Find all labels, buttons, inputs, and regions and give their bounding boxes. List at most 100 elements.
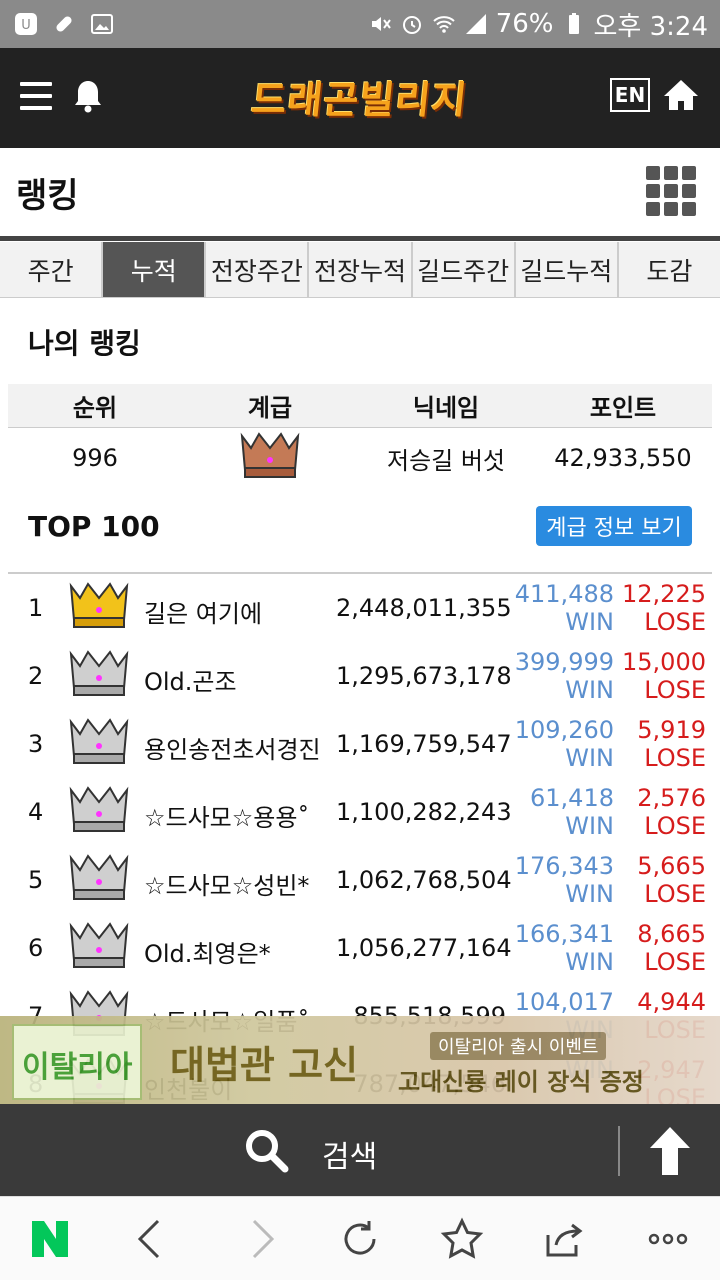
- scroll-top-icon[interactable]: [646, 1124, 694, 1178]
- page-title: 랭킹: [16, 176, 79, 216]
- player-points: 1,100,282,243: [336, 798, 512, 826]
- tab-collection[interactable]: 도감: [618, 242, 720, 298]
- ad-banner[interactable]: 이탈리아 대법관 고신 이탈리아 출시 이벤트 고대신룡 레이 장식 증정: [0, 1016, 720, 1104]
- tab-weekly[interactable]: 주간: [0, 242, 102, 298]
- player-name[interactable]: ☆드사모☆성빈*: [144, 866, 309, 901]
- win-value: 109,260: [514, 716, 614, 744]
- rank-number: 3: [28, 730, 44, 758]
- menu-icon[interactable]: [20, 82, 52, 110]
- page-title-bar: 랭킹: [0, 148, 720, 236]
- win-count: 411,488 WIN: [512, 580, 614, 636]
- win-count: 166,341 WIN: [512, 920, 614, 976]
- home-icon[interactable]: [662, 78, 700, 112]
- player-name[interactable]: ☆드사모☆용용˚: [144, 798, 309, 833]
- mute-icon: [371, 17, 391, 31]
- tab-battle-cumulative[interactable]: 전장누적: [309, 242, 411, 298]
- table-row[interactable]: 5 ☆드사모☆성빈* 1,062,768,504 176,343 WIN 5,665 LOS…: [0, 846, 720, 914]
- lose-value: 15,000: [622, 648, 706, 676]
- win-value: 61,418: [530, 784, 614, 812]
- lose-value: 4,944: [637, 988, 706, 1016]
- player-name[interactable]: Old.곤조: [144, 662, 237, 697]
- lose-value: 12,225: [622, 580, 706, 608]
- app-header: 드래곤빌리지 EN: [0, 48, 720, 148]
- player-points: 1,295,673,178: [336, 662, 512, 690]
- search-label[interactable]: 검색: [322, 1132, 377, 1176]
- win-label: WIN: [565, 676, 614, 704]
- logo-text: 드래곤빌리지: [249, 77, 470, 122]
- table-row[interactable]: 1 길은 여기에 2,448,011,355 411,488 WIN 12,225 LOSE: [0, 574, 720, 642]
- win-value: 399,999: [514, 648, 614, 676]
- table-row[interactable]: 3 용인송전초서경진 1,169,759,547 109,260 WIN 5,919 LOS…: [0, 710, 720, 778]
- table-row[interactable]: 2 Old.곤조 1,295,673,178 399,999 WIN 15,000 LOSE: [0, 642, 720, 710]
- crown-gold-icon: [69, 582, 129, 628]
- my-ranking-heading: 나의 랭킹: [28, 327, 141, 360]
- win-count: 61,418 WIN: [512, 784, 614, 840]
- tab-cumulative[interactable]: 누적: [103, 242, 205, 298]
- tab-guild-weekly[interactable]: 길드주간: [412, 242, 514, 298]
- crown-silver-icon: [69, 718, 129, 764]
- win-value: 166,341: [514, 920, 614, 948]
- player-points: 1,056,277,164: [336, 934, 512, 962]
- rank-number: 6: [28, 934, 44, 962]
- grid-menu-icon[interactable]: [646, 166, 696, 218]
- lose-label: LOSE: [644, 744, 706, 772]
- tab-guild-cumulative[interactable]: 길드누적: [515, 242, 617, 298]
- player-points: 2,448,011,355: [336, 594, 512, 622]
- refresh-icon[interactable]: [338, 1217, 382, 1261]
- more-icon[interactable]: [646, 1217, 690, 1261]
- lose-label: LOSE: [644, 948, 706, 976]
- grade-info-button[interactable]: 계급 정보 보기: [536, 506, 692, 546]
- battery-percent: 76%: [495, 9, 554, 39]
- alarm-icon: [402, 16, 421, 34]
- dragon-village-logo[interactable]: 드래곤빌리지: [230, 64, 490, 128]
- win-value: 176,343: [514, 852, 614, 880]
- lose-label: LOSE: [644, 608, 706, 636]
- battery-icon: [568, 13, 579, 34]
- win-label: WIN: [565, 608, 614, 636]
- lose-count: 12,225 LOSE: [618, 580, 706, 636]
- lose-count: 5,665 LOSE: [618, 852, 706, 908]
- player-name[interactable]: 길은 여기에: [144, 594, 262, 629]
- table-row[interactable]: 6 Old.최영은* 1,056,277,164 166,341 WIN 8,665 LOS…: [0, 914, 720, 982]
- column-header-rank: 순위: [72, 394, 118, 422]
- win-value: 411,488: [514, 580, 614, 608]
- win-count: 176,343 WIN: [512, 852, 614, 908]
- wifi-icon: [433, 16, 455, 33]
- app-notification-icon: U: [15, 13, 37, 35]
- search-bar: 검색: [0, 1104, 720, 1196]
- my-points: 42,933,550: [554, 444, 692, 472]
- lose-label: LOSE: [644, 880, 706, 908]
- ad-brand: 이탈리아: [22, 1050, 133, 1085]
- column-header-nickname: 닉네임: [412, 394, 480, 422]
- lose-count: 2,576 LOSE: [618, 784, 706, 840]
- player-name[interactable]: 용인송전초서경진: [144, 730, 321, 765]
- win-value: 104,017: [514, 988, 614, 1016]
- ad-headline: 대법관 고신: [170, 1043, 359, 1087]
- lose-count: 8,665 LOSE: [618, 920, 706, 976]
- table-row[interactable]: 4 ☆드사모☆용용˚ 1,100,282,243 61,418 WIN 2,576 LOSE: [0, 778, 720, 846]
- divider: [618, 1126, 620, 1176]
- forward-icon[interactable]: [238, 1217, 282, 1261]
- ranking-tabs: 주간 누적 전장주간 전장누적 길드주간 길드누적 도감: [0, 242, 720, 298]
- lose-value: 5,919: [637, 716, 706, 744]
- svg-text:U: U: [21, 18, 31, 33]
- rank-number: 1: [28, 594, 44, 622]
- status-bar: U 76% 오후 3:24: [0, 0, 720, 48]
- my-ranking-row: 996 저승길 버섯 42,933,550: [8, 428, 712, 488]
- crown-silver-icon: [69, 854, 129, 900]
- naver-home-icon[interactable]: [28, 1217, 72, 1261]
- win-label: WIN: [565, 948, 614, 976]
- lose-value: 5,665: [637, 852, 706, 880]
- bookmark-star-icon[interactable]: [440, 1217, 484, 1261]
- search-icon[interactable]: [242, 1126, 290, 1174]
- back-icon[interactable]: [130, 1217, 174, 1261]
- column-header-points: 포인트: [589, 394, 657, 422]
- tab-battle-weekly[interactable]: 전장주간: [206, 242, 308, 298]
- player-name[interactable]: Old.최영은*: [144, 934, 271, 969]
- player-points: 1,062,768,504: [336, 866, 512, 894]
- language-button[interactable]: EN: [610, 78, 650, 112]
- my-grade-cell: [182, 430, 358, 486]
- bell-icon[interactable]: [72, 78, 104, 114]
- share-icon[interactable]: [542, 1217, 586, 1261]
- pill-icon: [56, 16, 72, 32]
